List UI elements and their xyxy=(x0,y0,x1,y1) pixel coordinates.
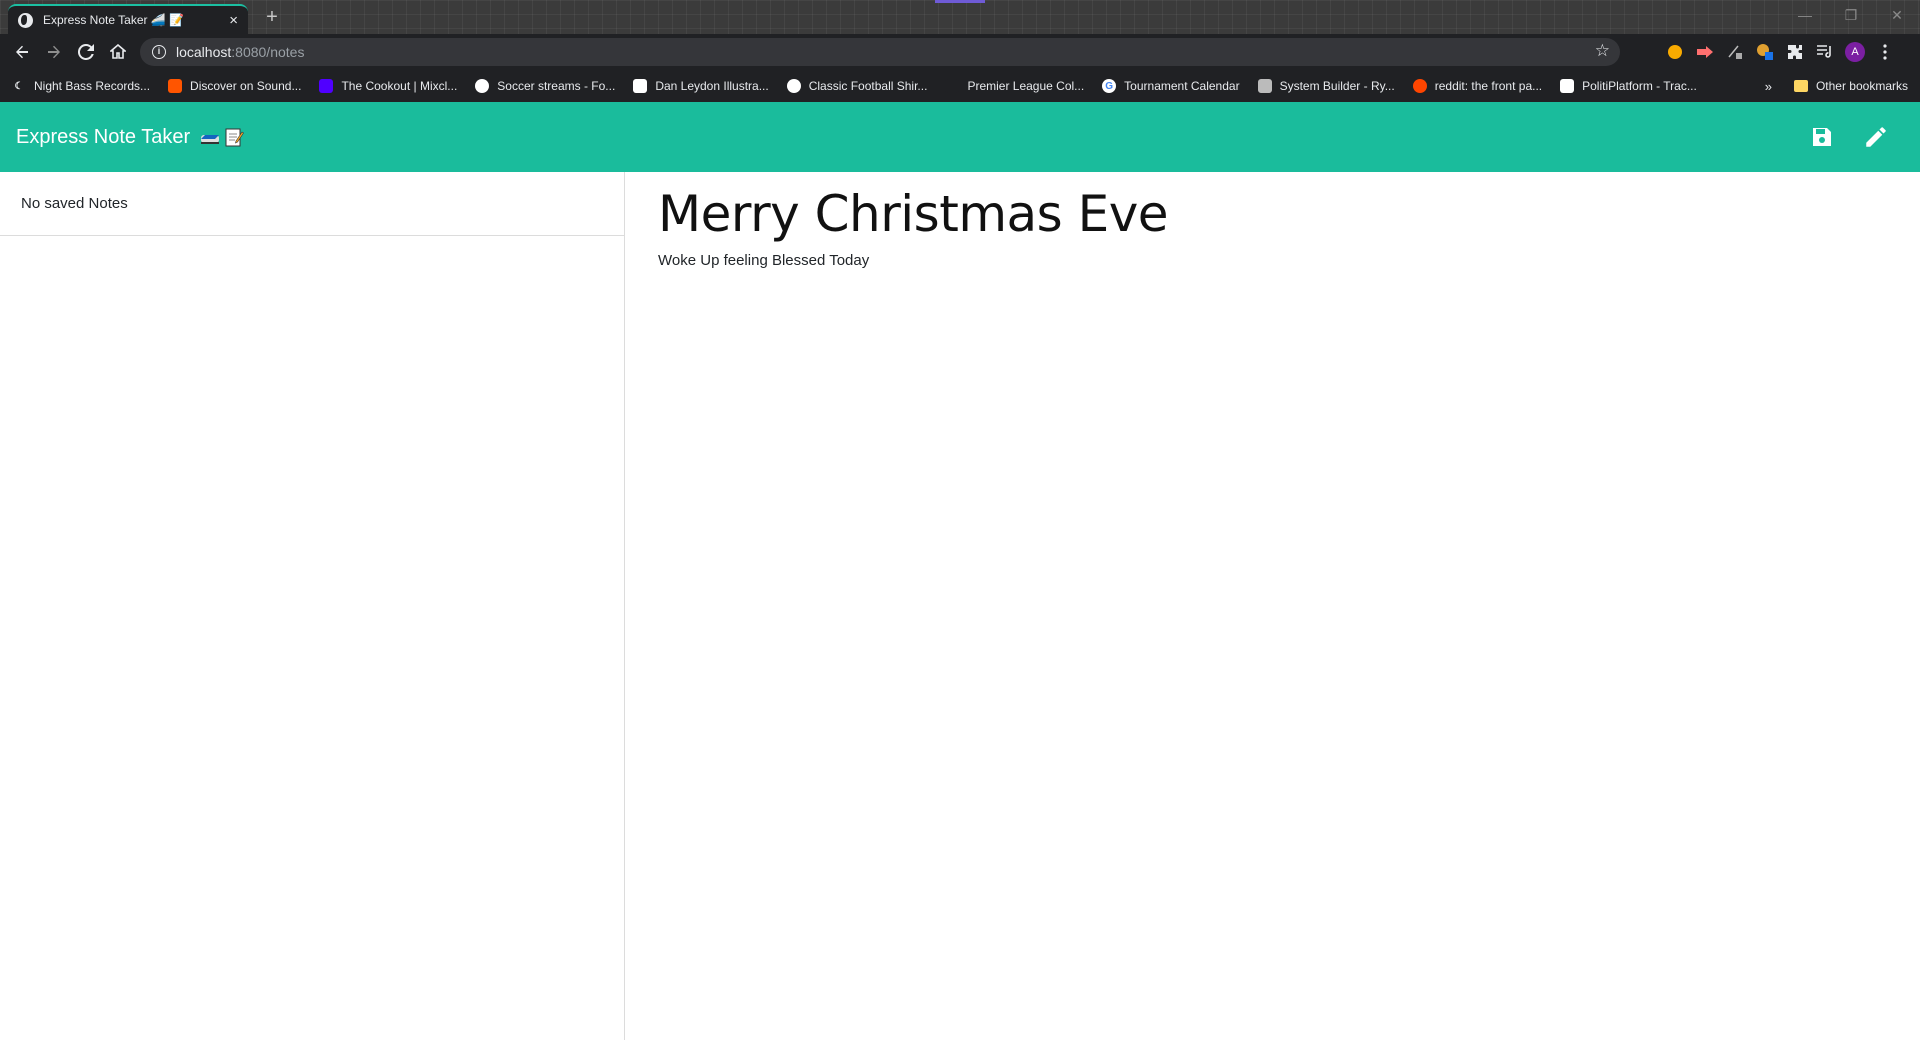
avatar: A xyxy=(1845,42,1865,62)
browser-menu-icon[interactable] xyxy=(1870,37,1900,67)
moon-icon: ☾ xyxy=(12,79,26,93)
reddit-ball-icon xyxy=(475,79,490,93)
app-brand[interactable]: Express Note Taker xyxy=(16,125,245,149)
globe-icon xyxy=(18,12,33,28)
page-icon xyxy=(633,79,648,93)
extension-puzzle-color-icon[interactable] xyxy=(1750,37,1780,67)
bookmark-item[interactable]: Discover on Sound... xyxy=(168,79,301,93)
bookmark-item[interactable]: Premier League Col... xyxy=(945,79,1084,93)
bookmarks-bar: ☾ Night Bass Records... Discover on Sound.… xyxy=(0,70,1920,102)
train-icon xyxy=(200,127,220,147)
home-icon[interactable] xyxy=(102,36,134,68)
note-editor: Merry Christmas Eve Woke Up feeling Bles… xyxy=(626,172,1920,1040)
new-note-pencil-icon[interactable] xyxy=(1860,121,1892,153)
bookmark-label: Soccer streams - Fo... xyxy=(497,79,616,93)
note-title[interactable]: Merry Christmas Eve xyxy=(658,182,1888,246)
url-path: :8080/notes xyxy=(231,44,305,60)
bookmarks-overflow: » Other bookmarks xyxy=(1765,70,1908,102)
tab-strip: Express Note Taker 🚄 📝 × + — ❐ ✕ xyxy=(0,0,1920,34)
other-bookmarks-link[interactable]: Other bookmarks xyxy=(1816,79,1908,93)
bookmark-item[interactable]: G Tournament Calendar xyxy=(1102,79,1240,93)
new-tab-button[interactable]: + xyxy=(260,5,284,29)
reddit-icon xyxy=(1412,79,1427,93)
extensions-puzzle-icon[interactable] xyxy=(1780,37,1810,67)
browser-toolbar: i localhost:8080/notes ☆ A xyxy=(0,34,1920,70)
bookmark-star-icon[interactable]: ☆ xyxy=(1595,41,1610,61)
url-host: localhost xyxy=(176,44,232,60)
more-bookmarks-chevron-icon[interactable]: » xyxy=(1765,79,1772,94)
bookmark-item[interactable]: PolitiPlatform - Trac... xyxy=(1560,79,1697,93)
window-controls: — ❐ ✕ xyxy=(1782,0,1920,30)
bookmark-label: Tournament Calendar xyxy=(1124,79,1240,93)
extension-pen-icon[interactable] xyxy=(1720,37,1750,67)
bookmark-label: Discover on Sound... xyxy=(190,79,302,93)
bookmark-label: System Builder - Ry... xyxy=(1279,79,1395,93)
bookmark-label: Dan Leydon Illustra... xyxy=(655,79,769,93)
media-queue-icon[interactable] xyxy=(1810,37,1840,67)
bookmark-label: The Cookout | Mixcl... xyxy=(341,79,458,93)
memo-icon xyxy=(224,127,245,147)
restore-button[interactable]: ❐ xyxy=(1828,0,1874,30)
cube-icon xyxy=(1257,79,1272,93)
back-icon[interactable] xyxy=(6,36,38,68)
save-note-icon[interactable] xyxy=(1806,121,1838,153)
football-icon xyxy=(786,79,801,93)
accent-bar xyxy=(935,0,985,3)
brand-title: Express Note Taker xyxy=(16,125,191,148)
minimize-button[interactable]: — xyxy=(1782,0,1828,30)
mixcloud-icon xyxy=(319,79,334,93)
blank-icon xyxy=(945,79,960,93)
empty-notes-message: No saved Notes xyxy=(21,195,128,212)
bookmark-item[interactable]: Classic Football Shir... xyxy=(786,79,928,93)
address-bar[interactable]: i localhost:8080/notes ☆ xyxy=(140,38,1620,66)
bookmark-item[interactable]: Dan Leydon Illustra... xyxy=(633,79,769,93)
tab-title: Express Note Taker 🚄 📝 xyxy=(43,13,185,27)
bookmark-item[interactable]: System Builder - Ry... xyxy=(1257,79,1395,93)
platform-icon xyxy=(1560,79,1575,93)
note-text[interactable]: Woke Up feeling Blessed Today xyxy=(658,252,1888,269)
bookmark-item[interactable]: reddit: the front pa... xyxy=(1412,79,1543,93)
bookmark-label: Night Bass Records... xyxy=(34,79,151,93)
bookmark-item[interactable]: The Cookout | Mixcl... xyxy=(319,79,457,93)
extension-yellow-icon[interactable] xyxy=(1660,37,1690,67)
site-info-icon[interactable]: i xyxy=(152,45,166,59)
list-item: No saved Notes xyxy=(0,172,624,236)
tab-close-icon[interactable]: × xyxy=(229,12,238,29)
close-window-button[interactable]: ✕ xyxy=(1874,0,1920,30)
extension-arrow-icon[interactable] xyxy=(1690,37,1720,67)
navbar-actions xyxy=(1784,102,1892,172)
bookmark-label: Classic Football Shir... xyxy=(808,79,928,93)
bookmark-label: PolitiPlatform - Trac... xyxy=(1582,79,1697,93)
bookmark-label: Premier League Col... xyxy=(967,79,1085,93)
browser-tab[interactable]: Express Note Taker 🚄 📝 × xyxy=(8,4,248,34)
folder-icon xyxy=(1793,80,1808,92)
bookmark-label: reddit: the front pa... xyxy=(1434,79,1543,93)
app-navbar: Express Note Taker xyxy=(0,102,1920,172)
google-icon: G xyxy=(1102,79,1117,93)
reload-icon[interactable] xyxy=(70,36,102,68)
soundcloud-icon xyxy=(168,79,183,93)
extensions-area: A xyxy=(1660,34,1900,70)
notes-sidebar: No saved Notes xyxy=(0,172,625,1040)
bookmark-item[interactable]: ☾ Night Bass Records... xyxy=(12,79,150,93)
profile-avatar[interactable]: A xyxy=(1840,37,1870,67)
forward-icon[interactable] xyxy=(38,36,70,68)
bookmark-item[interactable]: Soccer streams - Fo... xyxy=(475,79,615,93)
